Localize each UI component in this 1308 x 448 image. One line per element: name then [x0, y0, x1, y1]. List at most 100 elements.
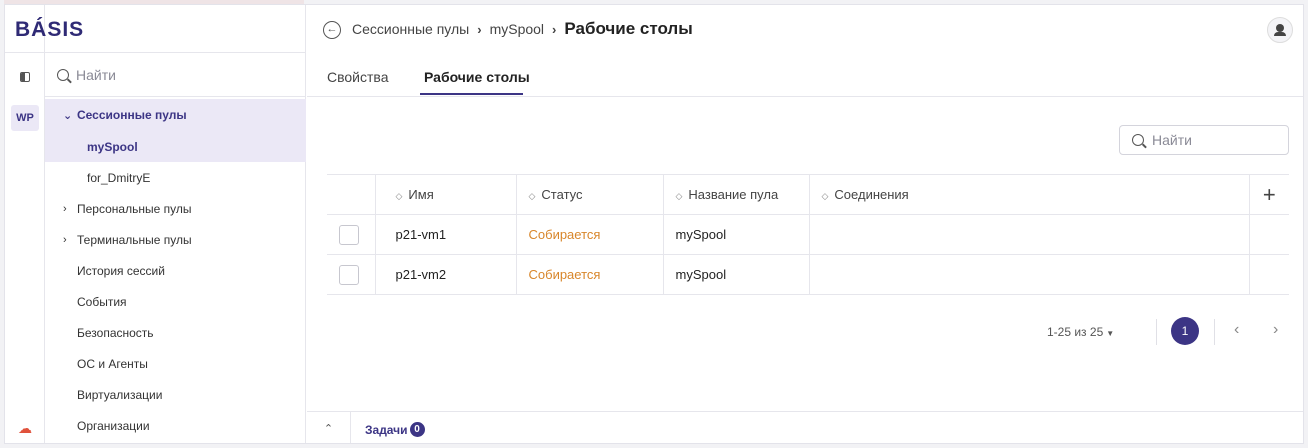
page-title: Рабочие столы	[564, 19, 693, 38]
sidebar-item-personal-pools[interactable]: › Персональные пулы	[45, 193, 306, 224]
plus-icon: +	[1262, 181, 1276, 207]
chevron-right-icon: ›	[63, 202, 67, 215]
column-header-connections[interactable]: ◇ Соединения	[808, 174, 1249, 215]
caret-down-icon: ▼	[1106, 329, 1115, 338]
breadcrumb-link-myspool[interactable]: mySpool	[490, 21, 544, 37]
sidebar-item-label: Терминальные пулы	[77, 232, 192, 247]
cloud-button[interactable]: ☁	[5, 415, 45, 441]
tab-bar: Свойства Рабочие столы	[307, 57, 1303, 97]
logo: BÁSIS	[15, 18, 85, 41]
chevron-left-icon[interactable]: ‹	[1234, 321, 1239, 339]
sidebar-item-events[interactable]: События	[45, 286, 306, 317]
sidebar-item-label: История сессий	[77, 263, 165, 278]
column-header-label: Имя	[408, 187, 434, 202]
sidebar-item-label: Сессионные пулы	[77, 108, 187, 122]
sidebar-item-virtualizations[interactable]: Виртуализации	[45, 379, 306, 410]
desktops-table: ◇ Имя ◇ Статус ◇ Название пула ◇ Соединения …	[327, 174, 1289, 295]
sort-icon: ◇	[528, 191, 536, 201]
sidebar-item-myspool[interactable]: mySpool	[45, 131, 306, 162]
sidebar-item-session-history[interactable]: История сессий	[45, 255, 306, 286]
column-header-status[interactable]: ◇ Статус	[515, 174, 663, 215]
active-tab-indicator	[420, 93, 523, 95]
page-range-text: 1-25 из 25	[1047, 325, 1104, 339]
tasks-tab[interactable]: Задачи 0	[365, 422, 425, 437]
row-connections	[808, 214, 1249, 255]
header-checkbox-cell	[327, 174, 375, 215]
row-checkbox[interactable]	[339, 224, 359, 245]
tab-properties[interactable]: Свойства	[327, 69, 388, 85]
workspace-badge-label: WP	[11, 105, 39, 131]
back-icon: ←	[326, 23, 338, 35]
sort-icon: ◇	[395, 191, 403, 201]
column-header-label: Название пула	[688, 187, 779, 202]
sidebar-item-label: Организации	[77, 418, 150, 433]
sidebar-search[interactable]: Найти	[45, 53, 306, 97]
row-pool-name: mySpool	[662, 214, 809, 255]
chevron-right-icon: ›	[63, 233, 67, 246]
breadcrumb-link-session-pools[interactable]: Сессионные пулы	[352, 21, 469, 37]
row-pool-name: mySpool	[662, 254, 809, 295]
chevron-right-icon[interactable]: ›	[1273, 321, 1278, 339]
row-checkbox-cell	[327, 214, 375, 255]
sidebar-item-label: События	[77, 294, 127, 309]
table-search[interactable]	[1119, 125, 1289, 155]
row-checkbox[interactable]	[339, 264, 359, 285]
page-button-current[interactable]: 1	[1171, 317, 1199, 345]
sidebar-item-terminal-pools[interactable]: › Терминальные пулы	[45, 224, 306, 255]
sort-icon: ◇	[821, 191, 829, 201]
divider	[1214, 319, 1215, 345]
cloud-icon: ☁	[18, 419, 32, 436]
expand-tasks-button[interactable]: ⌃	[307, 412, 351, 443]
sidebar-item-organizations[interactable]: Организации	[45, 410, 306, 441]
tasks-count-badge: 0	[409, 422, 425, 437]
user-icon	[1274, 24, 1286, 36]
app-window: WP ☁ BÁSIS Найти ⌄ Сессионные пулы mySpo…	[4, 4, 1304, 444]
tasks-label: Задачи	[365, 422, 408, 437]
sidebar-item-session-pools[interactable]: ⌄ Сессионные пулы	[45, 99, 306, 131]
breadcrumb-separator-icon: ›	[477, 22, 482, 37]
page-size-select[interactable]: 1-25 из 25 ▼	[1047, 325, 1114, 339]
sidebar-item-label: Виртуализации	[77, 387, 163, 402]
sidebar-item-label: mySpool	[87, 139, 138, 154]
breadcrumb: Сессионные пулы › mySpool › Рабочие стол…	[352, 19, 693, 39]
sidebar-item-label: Безопасность	[77, 325, 154, 340]
pagination: 1-25 из 25 ▼ 1 ‹ ›	[307, 315, 1303, 349]
table-row[interactable]: p21-vm2 Собирается mySpool	[327, 254, 1289, 295]
table-header-row: ◇ Имя ◇ Статус ◇ Название пула ◇ Соединения …	[327, 174, 1289, 215]
left-rail: WP ☁	[5, 5, 45, 443]
panel-toggle-button[interactable]	[5, 61, 45, 93]
search-icon	[57, 68, 69, 81]
chevron-down-icon: ⌄	[63, 109, 73, 122]
sidebar-item-os-agents[interactable]: ОС и Агенты	[45, 348, 306, 379]
main-content: ← Сессионные пулы › mySpool › Рабочие ст…	[307, 5, 1303, 443]
row-name[interactable]: p21-vm1	[374, 214, 516, 255]
search-icon	[1132, 134, 1144, 146]
sort-icon: ◇	[675, 191, 683, 201]
tasks-bar: ⌃ Задачи 0	[307, 411, 1303, 443]
sidebar: BÁSIS Найти ⌄ Сессионные пулы mySpool fo…	[5, 5, 306, 443]
workspace-badge[interactable]: WP	[5, 104, 45, 132]
column-header-name[interactable]: ◇ Имя	[374, 174, 516, 215]
sidebar-item-security[interactable]: Безопасность	[45, 317, 306, 348]
breadcrumb-separator-icon: ›	[552, 22, 557, 37]
page-header: ← Сессионные пулы › mySpool › Рабочие ст…	[307, 5, 1303, 57]
column-header-pool-name[interactable]: ◇ Название пула	[662, 174, 809, 215]
user-menu-button[interactable]	[1267, 17, 1293, 43]
sidebar-item-for-dmitrye[interactable]: for_DmitryE	[45, 162, 306, 193]
chevron-up-icon: ⌃	[323, 423, 334, 435]
sidebar-item-label: ОС и Агенты	[77, 356, 148, 371]
back-button[interactable]: ←	[323, 21, 341, 39]
row-name[interactable]: p21-vm2	[374, 254, 516, 295]
tab-desktops[interactable]: Рабочие столы	[424, 69, 530, 85]
add-column-button[interactable]: +	[1248, 174, 1289, 215]
table-search-input[interactable]	[1152, 132, 1272, 148]
divider	[1156, 319, 1157, 345]
sidebar-item-label: for_DmitryE	[87, 170, 151, 185]
row-checkbox-cell	[327, 254, 375, 295]
sidebar-item-label: Персональные пулы	[77, 201, 192, 216]
table-row[interactable]: p21-vm1 Собирается mySpool	[327, 214, 1289, 255]
row-status: Собирается	[515, 214, 663, 255]
row-empty-cell	[1248, 214, 1289, 255]
panel-toggle-icon	[20, 72, 30, 82]
sidebar-search-input[interactable]: Найти	[76, 67, 116, 83]
